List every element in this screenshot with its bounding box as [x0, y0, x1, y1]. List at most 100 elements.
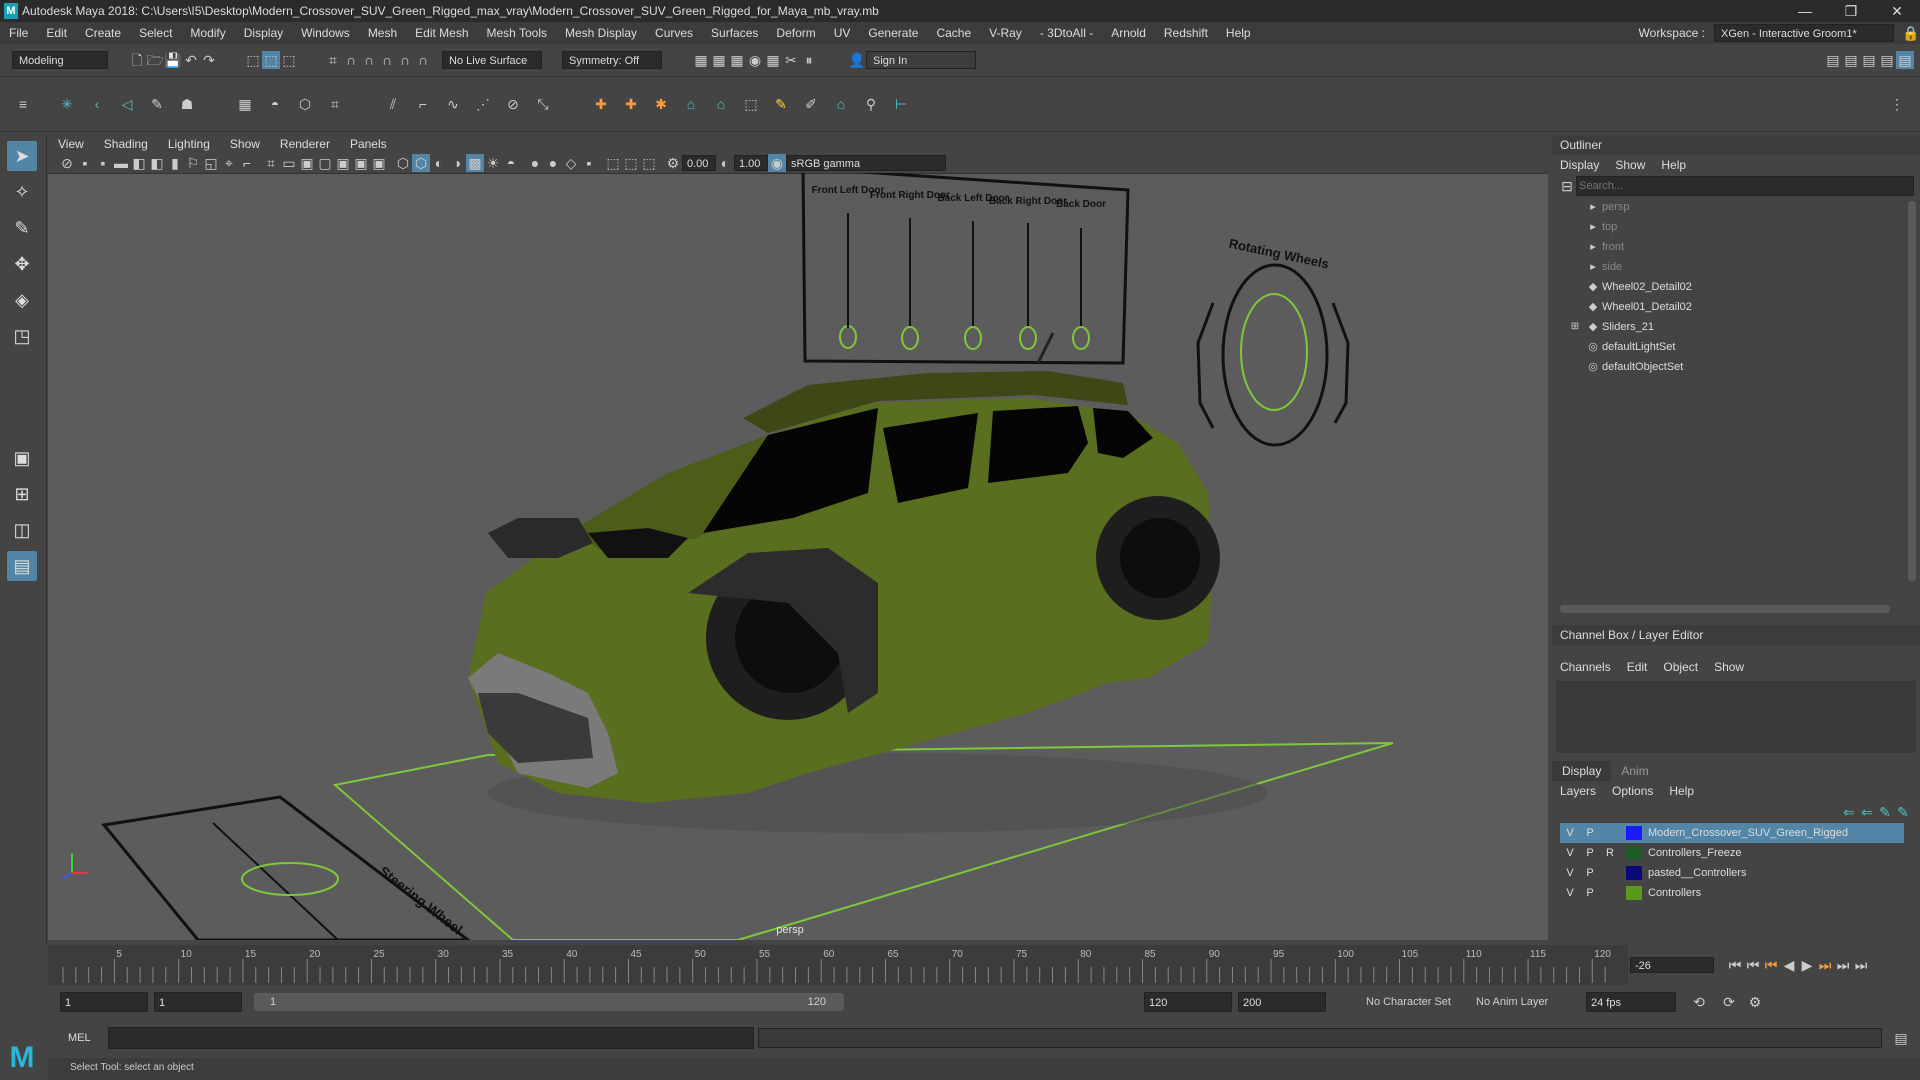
layer-row[interactable]: V P R Controllers_Freeze [1560, 843, 1904, 863]
attribute-editor-icon[interactable]: ▤ [1842, 51, 1860, 69]
steering-wheel-control[interactable]: Steering Wheel [101, 795, 471, 940]
loop-icon[interactable]: ⟲ [1690, 993, 1708, 1011]
minimize-button[interactable]: — [1782, 0, 1828, 22]
layer-row[interactable]: V P pasted__Controllers [1560, 863, 1904, 883]
hud-icon[interactable]: ⬚ [622, 154, 640, 172]
playback-start-field[interactable]: 1 [154, 992, 242, 1012]
wrap-icon[interactable]: ⤡ [534, 95, 552, 113]
workspace-dropdown[interactable]: XGen - Interactive Groom1* [1714, 24, 1894, 42]
slider-back-right-door[interactable]: Back Right Door [989, 196, 1067, 350]
2d-pan-icon[interactable]: ◧ [130, 154, 148, 172]
go-to-start-icon[interactable]: ⏮ [1726, 956, 1744, 974]
menu-3dtoall[interactable]: - 3DtoAll - [1031, 22, 1102, 44]
preferences-icon[interactable]: ⚙ [1746, 993, 1764, 1011]
channelbox-menu-object[interactable]: Object [1655, 657, 1706, 677]
pin-icon[interactable]: ⚲ [862, 95, 880, 113]
lights-icon[interactable]: ◐ [430, 154, 448, 172]
range-slider-start-handle[interactable]: 1 [254, 996, 276, 1008]
new-scene-icon[interactable]: 🗋 [128, 51, 146, 69]
shadows-icon[interactable]: ◑ [448, 154, 466, 172]
layer-row[interactable]: V P Modern_Crossover_SUV_Green_Rigged [1560, 823, 1904, 843]
mel-input[interactable] [108, 1027, 754, 1049]
maximize-button[interactable]: ❐ [1828, 0, 1874, 22]
bookmark-icon[interactable]: ▪ [94, 154, 112, 172]
grid-icon[interactable]: ⌗ [262, 154, 280, 172]
menu-vray[interactable]: V-Ray [980, 22, 1031, 44]
outliner-horizontal-scrollbar[interactable] [1560, 605, 1890, 613]
viewport-menu-panels[interactable]: Panels [340, 135, 397, 153]
viewport-menu-view[interactable]: View [48, 135, 94, 153]
layer-color-swatch[interactable] [1626, 846, 1642, 860]
anim-layer-dropdown[interactable]: No Anim Layer [1476, 996, 1586, 1008]
script-editor-icon[interactable]: ▤ [1892, 1029, 1910, 1047]
outliner-layout-icon[interactable]: ▤ [7, 551, 37, 581]
skin-bind-icon[interactable]: ✎ [148, 95, 166, 113]
outliner-item-default-object-set[interactable]: ◎ defaultObjectSet [1584, 357, 1920, 377]
menu-edit[interactable]: Edit [37, 22, 76, 44]
xray-active-icon[interactable]: ▪ [580, 154, 598, 172]
render-frame-icon[interactable]: ▦ [692, 51, 710, 69]
snap-view-icon[interactable]: ∩ [378, 51, 396, 69]
save-scene-icon[interactable]: 💾 [164, 51, 182, 69]
film-gate-icon[interactable]: ⚐ [184, 154, 202, 172]
layer-tab-anim[interactable]: Anim [1611, 761, 1658, 781]
exposure-icon[interactable]: ⚙ [664, 154, 682, 172]
layer-color-swatch[interactable] [1626, 866, 1642, 880]
menu-select[interactable]: Select [130, 22, 181, 44]
time-slider[interactable]: 5 10 15 20 25 30 35 40 45 50 55 60 65 70 75 80 85 90 95 100… [48, 945, 1628, 985]
bend-icon[interactable]: ⌐ [414, 95, 432, 113]
play-backwards-icon[interactable]: ◀ [1780, 956, 1798, 974]
animation-start-field[interactable]: 1 [60, 992, 148, 1012]
paint-select-icon[interactable]: ✎ [7, 213, 37, 243]
lock-camera-icon[interactable]: ▮ [166, 154, 184, 172]
range-slider[interactable]: 1 120 [254, 993, 844, 1011]
textured-icon[interactable]: ⬡ [412, 154, 430, 172]
move-tool-icon[interactable]: ✥ [7, 249, 37, 279]
select-camera-icon[interactable]: ⬚ [604, 154, 622, 172]
live-surface-field[interactable]: No Live Surface [442, 51, 542, 69]
new-layer-icon[interactable]: ✎ [1876, 803, 1894, 821]
outliner-item-wheel02[interactable]: ◆ Wheel02_Detail02 [1584, 277, 1920, 297]
outliner-menu-help[interactable]: Help [1653, 155, 1694, 175]
ambient-occlusion-icon[interactable]: ▩ [466, 154, 484, 172]
channelbox-menu-show[interactable]: Show [1706, 657, 1752, 677]
snap-point-icon[interactable]: ∩ [360, 51, 378, 69]
cube-icon[interactable]: ⬡ [296, 95, 314, 113]
camera-attributes-icon[interactable]: ▪ [76, 154, 94, 172]
wireframe-on-shaded-icon[interactable]: ▣ [352, 154, 370, 172]
step-back-frame-icon[interactable]: ⏮ [1762, 956, 1780, 974]
color-management-icon[interactable]: ◉ [768, 154, 786, 172]
render-view-icon[interactable]: ▦ [764, 51, 782, 69]
step-forward-frame-icon[interactable]: ⏭ [1816, 956, 1834, 974]
snap-grid-icon[interactable]: ⌗ [324, 51, 342, 69]
mode-dropdown[interactable]: Modeling [12, 51, 108, 69]
outliner-item-front[interactable]: ▸ front [1584, 237, 1920, 257]
layer-row[interactable]: V P Controllers [1560, 883, 1904, 903]
paint-weights-icon[interactable]: ▦ [236, 95, 254, 113]
menu-file[interactable]: File [0, 22, 37, 44]
select-tool-icon[interactable]: ➤ [7, 141, 37, 171]
menu-windows[interactable]: Windows [292, 22, 359, 44]
channelbox-menu-edit[interactable]: Edit [1619, 657, 1656, 677]
pause-icon[interactable]: ⏸ [800, 51, 818, 69]
viewport-menu-lighting[interactable]: Lighting [158, 135, 220, 153]
modeling-toolkit-icon[interactable]: ▤ [1824, 51, 1842, 69]
shelf-settings-icon[interactable]: ≡ [14, 95, 32, 113]
menu-curves[interactable]: Curves [646, 22, 702, 44]
select-by-component-icon[interactable]: ⬚ [280, 51, 298, 69]
playback-end-field[interactable]: 120 [1144, 992, 1232, 1012]
lasso-tool-icon[interactable]: ✧ [7, 177, 37, 207]
cluster-icon[interactable]: ⋰ [474, 95, 492, 113]
open-scene-icon[interactable]: 🗁 [146, 51, 164, 69]
constraint-aim-icon[interactable]: ⌂ [682, 95, 700, 113]
expand-icon[interactable]: ⊞ [1566, 318, 1584, 336]
outliner-search-input[interactable] [1576, 176, 1914, 196]
outliner-vertical-scrollbar[interactable] [1908, 201, 1916, 581]
auto-key-icon[interactable]: ⟳ [1720, 993, 1738, 1011]
gamma-field[interactable]: 1.00 [734, 155, 768, 171]
two-view-icon[interactable]: ◫ [7, 515, 37, 545]
image-plane-icon[interactable]: ▬ [112, 154, 130, 172]
resolution-gate-icon[interactable]: ◱ [202, 154, 220, 172]
menu-deform[interactable]: Deform [767, 22, 824, 44]
play-forwards-icon[interactable]: ▶ [1798, 956, 1816, 974]
